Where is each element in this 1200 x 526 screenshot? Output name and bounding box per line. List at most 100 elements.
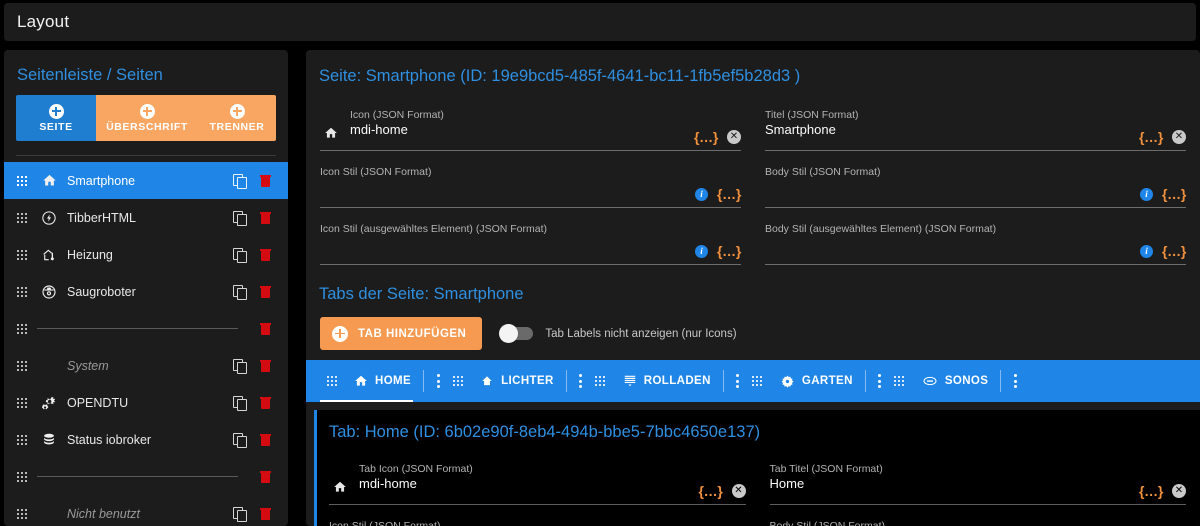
drag-handle-icon[interactable]: [16, 471, 27, 482]
drag-handle-icon[interactable]: [16, 360, 27, 371]
drag-handle-icon[interactable]: [894, 376, 905, 387]
copy-button[interactable]: [226, 396, 252, 411]
drag-handle-icon[interactable]: [16, 323, 27, 334]
main-columns: Seitenleiste / Seiten SEITE ÜBERSCHRIFT …: [0, 50, 1200, 526]
add-heading-button[interactable]: ÜBERSCHRIFT: [96, 95, 198, 141]
info-icon[interactable]: i: [1140, 187, 1153, 201]
sidebar-item-smartphone[interactable]: Smartphone: [4, 162, 288, 199]
json-format-icon[interactable]: {…}: [694, 130, 718, 144]
delete-button[interactable]: [252, 433, 278, 446]
delete-button[interactable]: [252, 507, 278, 520]
field-tab-icon-style[interactable]: Icon Stil (JSON Format) i {…}: [329, 516, 746, 526]
tab-menu-button[interactable]: [872, 374, 888, 388]
toggle-switch[interactable]: [499, 324, 534, 343]
delete-button[interactable]: [252, 248, 278, 261]
copy-button[interactable]: [226, 359, 252, 374]
field-adornments: i {…}: [1140, 244, 1186, 258]
sidebar-item-label: Nicht benutzt: [67, 506, 140, 521]
tab-rolladen[interactable]: ROLLADEN: [589, 360, 717, 402]
tab-sonos[interactable]: SONOS: [888, 360, 995, 402]
sidebar-item-status-iobroker[interactable]: Status iobroker: [4, 421, 288, 458]
tab-menu-button[interactable]: [573, 374, 589, 388]
field-label: Body Stil (JSON Format): [765, 166, 881, 178]
field-tab-icon[interactable]: Tab Icon (JSON Format) mdi-home {…} ✕: [329, 459, 746, 505]
sidebar-item-divider[interactable]: [4, 458, 288, 495]
tab-detail-card: Tab: Home (ID: 6b02e90f-8eb4-494b-bbe5-7…: [314, 410, 1200, 526]
tab-lichter[interactable]: LICHTER: [446, 360, 560, 402]
add-divider-button[interactable]: TRENNER: [198, 95, 276, 141]
sidebar-item-saugroboter[interactable]: Saugroboter: [4, 273, 288, 310]
cogs-icon: [37, 395, 61, 411]
json-format-icon[interactable]: {…}: [717, 187, 741, 201]
json-format-icon[interactable]: {…}: [1139, 130, 1163, 144]
json-format-icon[interactable]: {…}: [1162, 187, 1186, 201]
drag-handle-icon[interactable]: [595, 376, 606, 387]
clear-icon[interactable]: ✕: [731, 484, 746, 498]
json-format-icon[interactable]: {…}: [717, 244, 741, 258]
delete-button[interactable]: [252, 285, 278, 298]
tab-home[interactable]: HOME: [320, 360, 417, 402]
drag-handle-icon[interactable]: [16, 212, 27, 223]
clear-icon[interactable]: ✕: [727, 130, 741, 144]
info-icon[interactable]: i: [695, 187, 708, 201]
field-label: Icon (JSON Format): [350, 109, 444, 121]
tab-menu-button[interactable]: [430, 374, 446, 388]
drag-handle-icon[interactable]: [452, 376, 463, 387]
sidebar-item-tibberhtml[interactable]: TibberHTML: [4, 199, 288, 236]
drag-handle-icon[interactable]: [16, 397, 27, 408]
copy-button[interactable]: [226, 285, 252, 300]
delete-button[interactable]: [252, 211, 278, 224]
trash-icon: [259, 211, 271, 224]
field-page-icon[interactable]: Icon (JSON Format) mdi-home {…} ✕: [320, 105, 741, 151]
sidebar-item-opendtu[interactable]: OPENDTU: [4, 384, 288, 421]
hide-tab-labels-toggle[interactable]: Tab Labels nicht anzeigen (nur Icons): [499, 324, 737, 343]
field-tab-body-style[interactable]: Body Stil (JSON Format) i {…}: [770, 516, 1187, 526]
delete-button[interactable]: [252, 322, 278, 335]
info-icon[interactable]: i: [695, 244, 708, 258]
copy-button[interactable]: [226, 248, 252, 263]
sidebar-item-divider[interactable]: [4, 310, 288, 347]
clear-icon[interactable]: ✕: [1172, 130, 1186, 144]
copy-button[interactable]: [226, 211, 252, 226]
tab-fields-right: Tab Titel (JSON Format) Home {…} ✕ Body …: [769, 448, 1187, 526]
copy-button[interactable]: [226, 174, 252, 189]
page-fields-right: Titel (JSON Format) Smartphone {…} ✕ Bod…: [765, 94, 1186, 265]
sidebar-item-system[interactable]: System: [4, 347, 288, 384]
flower-icon: [780, 374, 795, 389]
add-page-button[interactable]: SEITE: [16, 95, 96, 141]
field-page-body-style[interactable]: Body Stil (JSON Format) i {…}: [765, 162, 1186, 208]
field-value: Home: [769, 476, 805, 491]
field-tab-title[interactable]: Tab Titel (JSON Format) Home {…} ✕: [769, 459, 1186, 505]
drag-handle-icon[interactable]: [16, 508, 27, 519]
field-page-icon-style[interactable]: Icon Stil (JSON Format) i {…}: [320, 162, 741, 208]
add-page-label: SEITE: [39, 120, 73, 133]
delete-button[interactable]: [252, 396, 278, 409]
delete-button[interactable]: [252, 359, 278, 372]
drag-handle-icon[interactable]: [16, 175, 27, 186]
json-format-icon[interactable]: {…}: [1162, 244, 1186, 258]
clear-icon[interactable]: ✕: [1172, 484, 1186, 498]
drag-handle-icon[interactable]: [16, 434, 27, 445]
drag-handle-icon[interactable]: [16, 286, 27, 297]
drag-handle-icon[interactable]: [752, 376, 763, 387]
tab-garten[interactable]: GARTEN: [746, 360, 859, 402]
delete-button[interactable]: [252, 470, 278, 483]
toggle-knob: [499, 324, 519, 343]
field-page-body-style-selected[interactable]: Body Stil (ausgewähltes Element) (JSON F…: [765, 219, 1186, 265]
add-tab-button[interactable]: TAB HINZUFÜGEN: [320, 317, 483, 350]
copy-button[interactable]: [226, 507, 252, 522]
field-page-icon-style-selected[interactable]: Icon Stil (ausgewähltes Element) (JSON F…: [320, 219, 741, 265]
json-format-icon[interactable]: {…}: [699, 484, 723, 498]
drag-handle-icon[interactable]: [16, 249, 27, 260]
delete-button[interactable]: [252, 174, 278, 187]
field-page-title[interactable]: Titel (JSON Format) Smartphone {…} ✕: [765, 105, 1186, 151]
tab-menu-button[interactable]: [730, 374, 746, 388]
json-format-icon[interactable]: {…}: [1139, 484, 1163, 498]
tab-menu-button[interactable]: [1007, 374, 1023, 388]
page-section-title: Seite: Smartphone (ID: 19e9bcd5-485f-464…: [319, 67, 801, 85]
info-icon[interactable]: i: [1140, 244, 1153, 258]
sidebar-item-nicht-benutzt[interactable]: Nicht benutzt: [4, 495, 288, 526]
copy-button[interactable]: [226, 433, 252, 448]
sidebar-item-heizung[interactable]: Heizung: [4, 236, 288, 273]
drag-handle-icon[interactable]: [326, 376, 337, 387]
